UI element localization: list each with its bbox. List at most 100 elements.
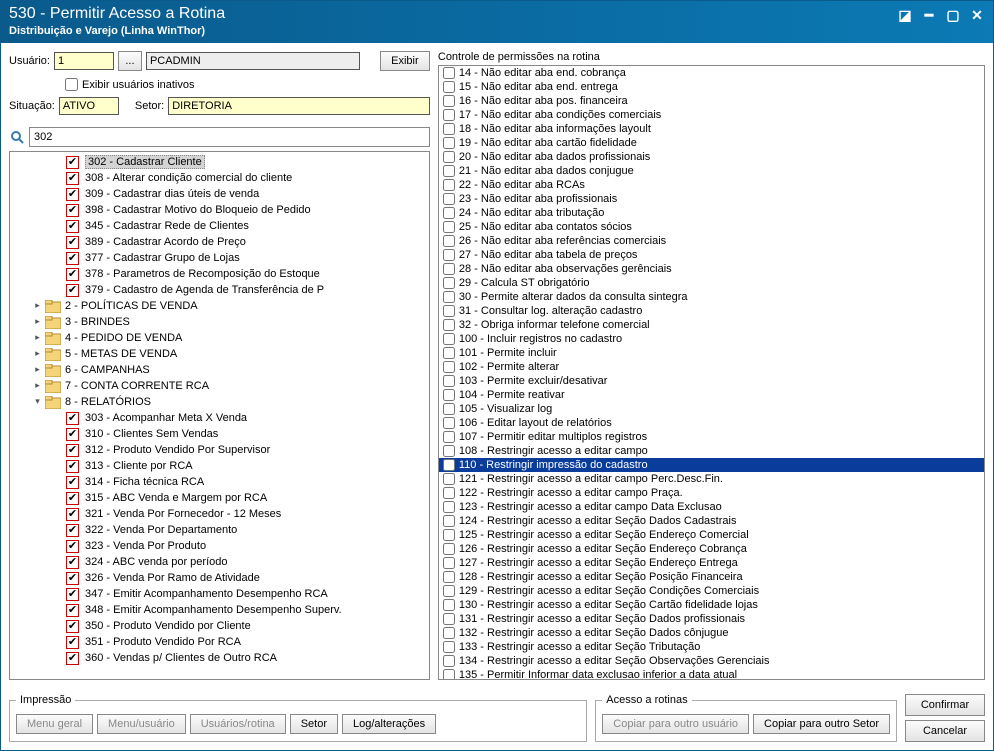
- permission-item[interactable]: 131 - Restringir acesso a editar Seção D…: [439, 612, 984, 626]
- permission-item[interactable]: 101 - Permite incluir: [439, 346, 984, 360]
- tree-routine-item[interactable]: ✔379 - Cadastro de Agenda de Transferênc…: [12, 282, 427, 298]
- exibir-button[interactable]: Exibir: [380, 51, 430, 71]
- usuario-lookup-button[interactable]: ...: [118, 51, 142, 71]
- permission-checkbox[interactable]: [443, 361, 455, 373]
- permission-item[interactable]: 28 - Não editar aba observações gerência…: [439, 262, 984, 276]
- tree-routine-item[interactable]: ✔303 - Acompanhar Meta X Venda: [12, 410, 427, 426]
- tree-routine-item[interactable]: ✔302 - Cadastrar Cliente: [12, 154, 427, 170]
- permission-item[interactable]: 135 - Permitir Informar data exclusao in…: [439, 668, 984, 680]
- permission-item[interactable]: 32 - Obriga informar telefone comercial: [439, 318, 984, 332]
- search-input[interactable]: [29, 127, 430, 147]
- permission-item[interactable]: 133 - Restringir acesso a editar Seção T…: [439, 640, 984, 654]
- checkbox-icon[interactable]: ✔: [66, 636, 79, 649]
- tree-routine-item[interactable]: ✔360 - Vendas p/ Clientes de Outro RCA: [12, 650, 427, 666]
- checkbox-icon[interactable]: ✔: [66, 428, 79, 441]
- permission-item[interactable]: 123 - Restringir acesso a editar campo D…: [439, 500, 984, 514]
- expand-icon[interactable]: ▸: [32, 365, 43, 376]
- checkbox-icon[interactable]: ✔: [66, 156, 79, 169]
- tree-routine-item[interactable]: ✔351 - Produto Vendido Por RCA: [12, 634, 427, 650]
- permission-item[interactable]: 122 - Restringir acesso a editar campo P…: [439, 486, 984, 500]
- tree-routine-item[interactable]: ✔345 - Cadastrar Rede de Clientes: [12, 218, 427, 234]
- permission-checkbox[interactable]: [443, 669, 455, 680]
- collapse-icon[interactable]: ▾: [32, 397, 43, 408]
- tree-routine-item[interactable]: ✔348 - Emitir Acompanhamento Desempenho …: [12, 602, 427, 618]
- tree-folder-item[interactable]: ▸3 - BRINDES: [12, 314, 427, 330]
- copiar-setor-button[interactable]: Copiar para outro Setor: [753, 714, 890, 734]
- permission-checkbox[interactable]: [443, 109, 455, 121]
- log-button[interactable]: Log/alterações: [342, 714, 436, 734]
- inativos-checkbox[interactable]: [65, 78, 78, 91]
- permission-item[interactable]: 15 - Não editar aba end. entrega: [439, 80, 984, 94]
- permission-item[interactable]: 21 - Não editar aba dados conjugue: [439, 164, 984, 178]
- permission-checkbox[interactable]: [443, 655, 455, 667]
- permission-checkbox[interactable]: [443, 417, 455, 429]
- permission-checkbox[interactable]: [443, 67, 455, 79]
- minimize-icon[interactable]: ━: [921, 7, 937, 24]
- expand-icon[interactable]: ▸: [32, 317, 43, 328]
- permission-checkbox[interactable]: [443, 193, 455, 205]
- tree-routine-item[interactable]: ✔389 - Cadastrar Acordo de Preço: [12, 234, 427, 250]
- tree-folder-item[interactable]: ▸2 - POLÍTICAS DE VENDA: [12, 298, 427, 314]
- checkbox-icon[interactable]: ✔: [66, 620, 79, 633]
- tree-folder-item[interactable]: ▸6 - CAMPANHAS: [12, 362, 427, 378]
- permission-checkbox[interactable]: [443, 277, 455, 289]
- checkbox-icon[interactable]: ✔: [66, 236, 79, 249]
- tree-routine-item[interactable]: ✔321 - Venda Por Fornecedor - 12 Meses: [12, 506, 427, 522]
- checkbox-icon[interactable]: ✔: [66, 476, 79, 489]
- permission-checkbox[interactable]: [443, 221, 455, 233]
- checkbox-icon[interactable]: ✔: [66, 556, 79, 569]
- permission-item[interactable]: 102 - Permite alterar: [439, 360, 984, 374]
- cancelar-button[interactable]: Cancelar: [905, 720, 985, 742]
- tree-routine-item[interactable]: ✔322 - Venda Por Departamento: [12, 522, 427, 538]
- permissions-list[interactable]: 14 - Não editar aba end. cobrança15 - Nã…: [438, 65, 985, 680]
- tree-routine-item[interactable]: ✔347 - Emitir Acompanhamento Desempenho …: [12, 586, 427, 602]
- permission-item[interactable]: 121 - Restringir acesso a editar campo P…: [439, 472, 984, 486]
- checkbox-icon[interactable]: ✔: [66, 652, 79, 665]
- checkbox-icon[interactable]: ✔: [66, 524, 79, 537]
- permission-item[interactable]: 100 - Incluir registros no cadastro: [439, 332, 984, 346]
- permission-checkbox[interactable]: [443, 375, 455, 387]
- permission-checkbox[interactable]: [443, 305, 455, 317]
- permission-item[interactable]: 129 - Restringir acesso a editar Seção C…: [439, 584, 984, 598]
- checkbox-icon[interactable]: ✔: [66, 252, 79, 265]
- tree-folder-item[interactable]: ▸5 - METAS DE VENDA: [12, 346, 427, 362]
- edit-icon[interactable]: ◪: [897, 7, 913, 24]
- checkbox-icon[interactable]: ✔: [66, 460, 79, 473]
- permission-checkbox[interactable]: [443, 403, 455, 415]
- tree-routine-item[interactable]: ✔310 - Clientes Sem Vendas: [12, 426, 427, 442]
- checkbox-icon[interactable]: ✔: [66, 492, 79, 505]
- permission-checkbox[interactable]: [443, 207, 455, 219]
- permission-checkbox[interactable]: [443, 613, 455, 625]
- setor-button[interactable]: Setor: [290, 714, 338, 734]
- checkbox-icon[interactable]: ✔: [66, 572, 79, 585]
- tree-folder-item[interactable]: ▾8 - RELATÓRIOS: [12, 394, 427, 410]
- checkbox-icon[interactable]: ✔: [66, 444, 79, 457]
- tree-routine-item[interactable]: ✔323 - Venda Por Produto: [12, 538, 427, 554]
- permission-item[interactable]: 105 - Visualizar log: [439, 402, 984, 416]
- tree-routine-item[interactable]: ✔378 - Parametros de Recomposição do Est…: [12, 266, 427, 282]
- permission-checkbox[interactable]: [443, 627, 455, 639]
- usuario-field[interactable]: [54, 52, 114, 70]
- permission-item[interactable]: 24 - Não editar aba tributação: [439, 206, 984, 220]
- permission-item[interactable]: 125 - Restringir acesso a editar Seção E…: [439, 528, 984, 542]
- expand-icon[interactable]: ▸: [32, 349, 43, 360]
- permission-checkbox[interactable]: [443, 291, 455, 303]
- close-icon[interactable]: ✕: [969, 7, 985, 24]
- permission-item[interactable]: 126 - Restringir acesso a editar Seção E…: [439, 542, 984, 556]
- permission-item[interactable]: 107 - Permitir editar multiplos registro…: [439, 430, 984, 444]
- permission-item[interactable]: 18 - Não editar aba informações layoult: [439, 122, 984, 136]
- checkbox-icon[interactable]: ✔: [66, 540, 79, 553]
- tree-folder-item[interactable]: ▸4 - PEDIDO DE VENDA: [12, 330, 427, 346]
- permission-checkbox[interactable]: [443, 249, 455, 261]
- permission-checkbox[interactable]: [443, 585, 455, 597]
- permission-item[interactable]: 20 - Não editar aba dados profissionais: [439, 150, 984, 164]
- checkbox-icon[interactable]: ✔: [66, 188, 79, 201]
- permission-checkbox[interactable]: [443, 501, 455, 513]
- permission-item[interactable]: 26 - Não editar aba referências comercia…: [439, 234, 984, 248]
- menu-geral-button[interactable]: Menu geral: [16, 714, 93, 734]
- permission-checkbox[interactable]: [443, 333, 455, 345]
- permission-item[interactable]: 25 - Não editar aba contatos sócios: [439, 220, 984, 234]
- permission-checkbox[interactable]: [443, 543, 455, 555]
- permission-checkbox[interactable]: [443, 641, 455, 653]
- checkbox-icon[interactable]: ✔: [66, 284, 79, 297]
